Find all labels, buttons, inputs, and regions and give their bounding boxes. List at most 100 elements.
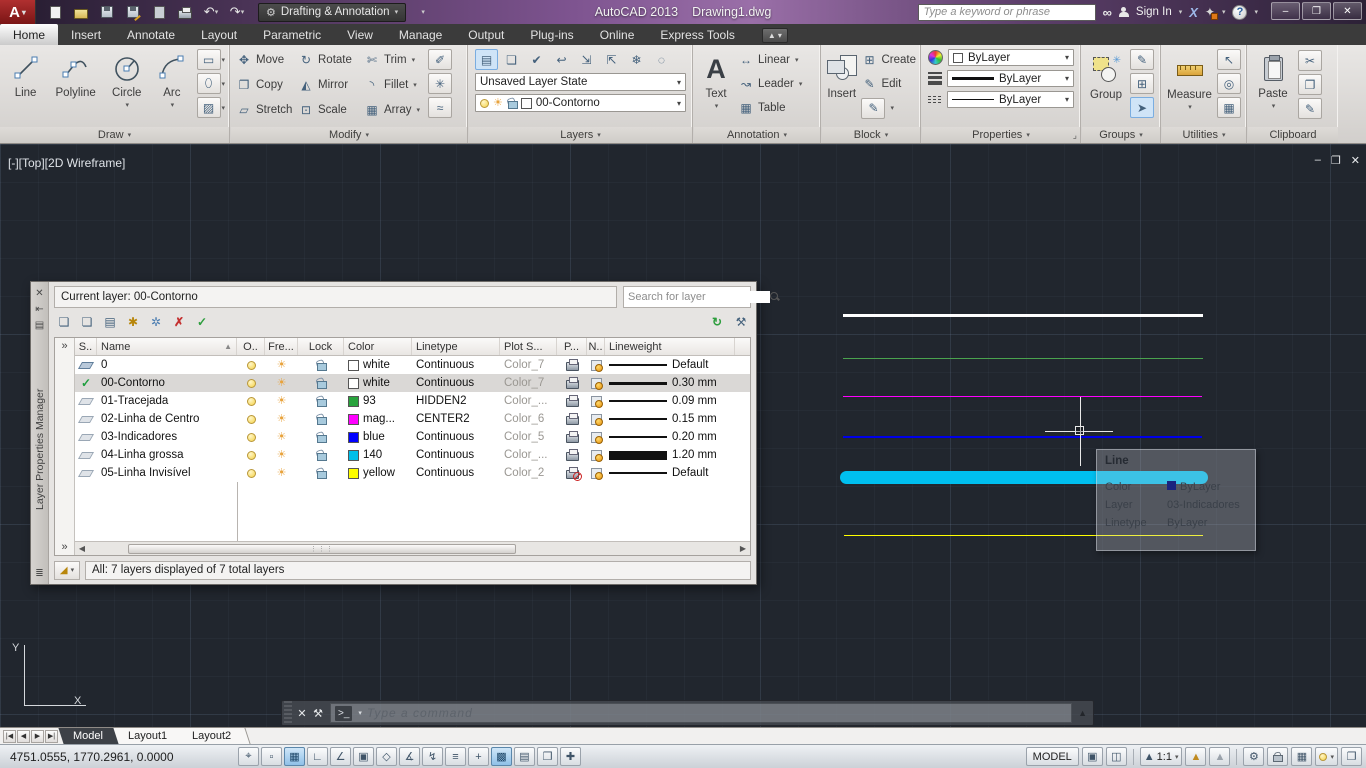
quick-properties-toggle[interactable]: ▤ — [514, 747, 535, 766]
object-snap-toggle[interactable]: ▣ — [353, 747, 374, 766]
command-customize-button[interactable]: ⚒ — [310, 707, 326, 720]
qat-customize-button[interactable]: ▾ — [414, 3, 432, 21]
col-plotstyle[interactable]: Plot S... — [500, 338, 557, 355]
sun-icon[interactable]: ☀ — [277, 396, 287, 407]
chevron-down-icon[interactable]: ▾ — [1222, 8, 1226, 16]
isolate-objects-button[interactable]: ▾ — [1315, 747, 1338, 766]
grid-display-toggle[interactable]: ▦ — [284, 747, 305, 766]
dialog-launcher-icon[interactable]: ⌟ — [1073, 130, 1077, 141]
scroll-right-icon[interactable]: ▶ — [736, 544, 750, 553]
unlock-icon[interactable] — [316, 432, 326, 443]
layer-properties-button[interactable]: ▤ — [475, 49, 498, 70]
layer-on-icon[interactable] — [247, 379, 256, 388]
group-edit-button[interactable]: ⊞ — [1130, 73, 1154, 94]
insert-block-button[interactable]: Insert — [826, 48, 857, 120]
prev-tab-button[interactable]: ◀ — [17, 730, 30, 743]
layer-previous-button[interactable]: ↩ — [550, 49, 573, 70]
minimize-button[interactable]: – — [1271, 2, 1300, 20]
layer-row-5[interactable]: 04-Linha grossa ☀ 140 Continuous Color_.… — [75, 446, 750, 464]
tab-parametric[interactable]: Parametric — [250, 24, 334, 45]
paste-button[interactable]: Paste ▾ — [1254, 48, 1292, 119]
plot-icon[interactable] — [566, 398, 579, 407]
col-on[interactable]: O.. — [237, 338, 265, 355]
panel-label-properties[interactable]: Properties▾⌟ — [922, 127, 1080, 143]
sun-icon[interactable]: ☀ — [277, 378, 287, 389]
layer-states-manager-button[interactable]: ▤ — [100, 313, 120, 332]
chevron-down-icon[interactable]: ▾ — [1179, 8, 1183, 16]
unlock-icon[interactable] — [316, 396, 326, 407]
set-current-button[interactable]: ✓ — [192, 313, 212, 332]
rotate-button[interactable]: ↻Rotate — [298, 48, 364, 72]
copy-button[interactable]: ❐Copy — [236, 73, 298, 97]
unlock-icon[interactable] — [316, 378, 326, 389]
edit-attributes-button[interactable]: ✎ — [861, 98, 885, 119]
plot-icon[interactable] — [566, 434, 579, 443]
3d-object-snap-toggle[interactable]: ◇ — [376, 747, 397, 766]
open-file-button[interactable] — [72, 3, 90, 21]
panel-label-clipboard[interactable]: Clipboard — [1248, 127, 1338, 143]
new-group-filter-button[interactable]: ❏ — [77, 313, 97, 332]
clean-screen-button[interactable]: ❐ — [1341, 747, 1362, 766]
chevron-down-icon[interactable]: ▾ — [1254, 8, 1258, 16]
hardware-acceleration-button[interactable]: ▦ — [1291, 747, 1312, 766]
measure-button[interactable]: Measure ▾ — [1167, 49, 1212, 118]
drawing-close-button[interactable]: ✕ — [1351, 154, 1360, 167]
erase-button[interactable]: ✐ — [428, 49, 452, 70]
horizontal-scrollbar[interactable]: ◀ ⋮⋮⋮ ▶ — [75, 541, 750, 555]
annotation-scale-button[interactable]: ▲ 1:1 ▾ — [1140, 747, 1183, 766]
layer-row-0[interactable]: 0 ☀ white Continuous Color_7 Default — [75, 356, 750, 374]
tab-view[interactable]: View — [334, 24, 386, 45]
model-paper-toggle[interactable]: MODEL — [1026, 747, 1079, 766]
tab-model[interactable]: Model — [58, 728, 122, 744]
viewport-controls[interactable]: [-][Top][2D Wireframe] — [8, 156, 125, 170]
array-button[interactable]: ▦Array▾ — [364, 98, 422, 122]
plot-preview-button[interactable] — [150, 3, 168, 21]
panel-label-modify[interactable]: Modify▾ — [231, 127, 467, 143]
sun-icon[interactable]: ☀ — [277, 432, 287, 443]
tab-express-tools[interactable]: Express Tools — [647, 24, 747, 45]
layer-on-icon[interactable] — [247, 361, 256, 370]
layer-search-input[interactable] — [628, 291, 770, 303]
polar-tracking-toggle[interactable]: ∠ — [330, 747, 351, 766]
chevron-down-icon[interactable]: ▾ — [358, 709, 362, 717]
new-vp-frozen-layer-button[interactable]: ✲ — [146, 313, 166, 332]
stretch-button[interactable]: ▱Stretch — [236, 98, 298, 122]
redo-button[interactable]: ↷▾ — [228, 3, 246, 21]
workspace-switching-button[interactable]: ⚙ — [1243, 747, 1264, 766]
layer-freeze-button[interactable]: ❄ — [625, 49, 648, 70]
expand-filter-bottom-button[interactable]: » — [61, 541, 67, 553]
infer-constraints-toggle[interactable]: ⌖ — [238, 747, 259, 766]
layer-on-icon[interactable] — [247, 451, 256, 460]
first-tab-button[interactable]: |◀ — [3, 730, 16, 743]
trim-button[interactable]: ✄Trim▾ — [364, 48, 422, 72]
drag-handle[interactable] — [284, 701, 292, 725]
ribbon-minimize-button[interactable]: ▲ ▾ — [762, 28, 788, 43]
col-linetype[interactable]: Linetype — [412, 338, 500, 355]
layer-row-3[interactable]: 02-Linha de Centro ☀ mag... CENTER2 Colo… — [75, 410, 750, 428]
text-button[interactable]: A Text ▾ — [699, 48, 733, 120]
object-snap-tracking-toggle[interactable]: ∡ — [399, 747, 420, 766]
refresh-button[interactable]: ↻ — [707, 313, 727, 332]
layer-match-button[interactable]: ❏ — [500, 49, 523, 70]
white-line[interactable] — [843, 314, 1203, 317]
dynamic-input-toggle[interactable]: ↯ — [422, 747, 443, 766]
tab-home[interactable]: Home — [0, 24, 58, 45]
polyline-button[interactable]: Polyline — [50, 47, 101, 118]
unlock-icon[interactable] — [316, 360, 326, 371]
no-plot-icon[interactable] — [566, 470, 579, 479]
plot-icon[interactable] — [566, 452, 579, 461]
unlock-icon[interactable] — [316, 450, 326, 461]
snap-mode-toggle[interactable]: ▫ — [261, 747, 282, 766]
close-button[interactable]: ✕ — [1333, 2, 1362, 20]
quick-view-drawings-button[interactable]: ◫ — [1106, 747, 1127, 766]
col-name[interactable]: Name▲ — [97, 338, 237, 355]
new-vp-freeze-icon[interactable] — [591, 450, 602, 461]
communication-center-button[interactable]: ✦ — [1205, 5, 1215, 19]
plot-icon[interactable] — [566, 416, 579, 425]
line-button[interactable]: Line — [4, 47, 47, 118]
leader-button[interactable]: ↝Leader▾ — [738, 72, 802, 96]
quick-select-button[interactable]: ↖ — [1217, 49, 1241, 70]
app-menu-button[interactable]: A ▾ — [0, 0, 36, 24]
panel-label-layers[interactable]: Layers▾ — [469, 127, 692, 143]
table-button[interactable]: ▦Table — [738, 96, 802, 120]
